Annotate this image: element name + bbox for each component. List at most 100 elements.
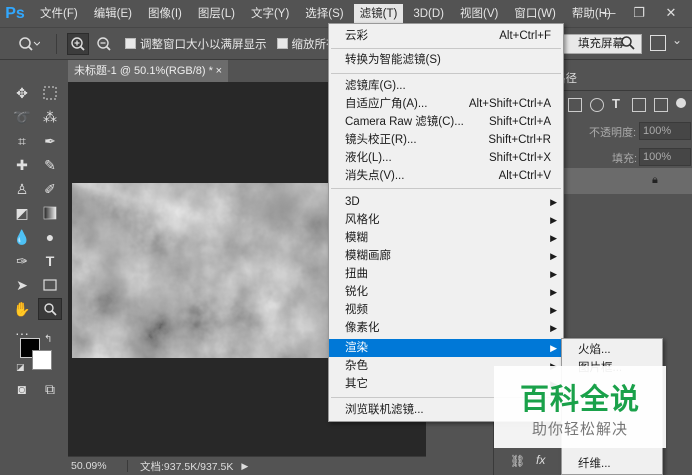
menu-item-label: 液化(L)... [345, 152, 392, 164]
menu-item-label: 镜头校正(R)... [345, 134, 417, 146]
menu-layer[interactable]: 图层(L) [192, 4, 241, 24]
dodge-tool-icon[interactable]: ● [38, 226, 62, 248]
menu-item-label: 像素化 [345, 322, 380, 334]
zoom-level[interactable]: 50.09% [68, 460, 128, 472]
menu-filter[interactable]: 滤镜(T) [353, 3, 404, 24]
menu-item-label: 其它 [345, 378, 368, 390]
menu-item-label: 锐化 [345, 286, 368, 298]
swap-colors-icon[interactable]: ↰ [44, 334, 52, 345]
hand-tool-icon[interactable]: ✋ [10, 298, 34, 320]
menu-item-camera-raw[interactable]: Camera Raw 滤镜(C)... Shift+Ctrl+A [329, 113, 565, 131]
submenu-item-flame[interactable]: 火焰... [562, 341, 662, 359]
blur-tool-icon[interactable]: 💧 [10, 226, 34, 248]
menu-item-blur[interactable]: 模糊 ▶ [329, 229, 565, 247]
submenu-item-fibers[interactable]: 纤维... [562, 455, 662, 473]
menu-file[interactable]: 文件(F) [34, 4, 84, 24]
photoshop-logo: Ps [5, 4, 25, 22]
magic-wand-tool-icon[interactable]: ⁂ [38, 106, 62, 128]
filter-smart-object-icon[interactable] [654, 98, 668, 112]
submenu-arrow-icon: ▶ [550, 215, 557, 225]
type-tool-icon[interactable]: T [38, 250, 62, 272]
menu-type[interactable]: 文字(Y) [245, 4, 295, 24]
menu-item-convert-smart-filter[interactable]: 转换为智能滤镜(S) [329, 51, 565, 69]
fill-input[interactable]: 100% [639, 148, 691, 166]
menu-item-sharpen[interactable]: 锐化 ▶ [329, 283, 565, 301]
close-button[interactable]: ✕ [660, 4, 682, 22]
menu-window[interactable]: 窗口(W) [508, 4, 562, 24]
menu-view[interactable]: 视图(V) [454, 4, 504, 24]
menu-3d[interactable]: 3D(D) [407, 4, 450, 24]
pen-tool-icon[interactable]: ✑ [10, 250, 34, 272]
zoom-in-icon[interactable] [67, 32, 89, 55]
opacity-input[interactable]: 100% [639, 122, 691, 140]
menu-item-filter-gallery[interactable]: 滤镜库(G)... [329, 77, 565, 95]
screen-mode-icon[interactable]: ⧉ [38, 378, 62, 400]
filter-pixel-icon[interactable] [568, 98, 582, 112]
menu-item-label: 模糊 [345, 232, 368, 244]
menu-item-lens-correction[interactable]: 镜头校正(R)... Shift+Ctrl+R [329, 131, 565, 149]
zoom-tool-preset-icon[interactable] [14, 33, 44, 55]
filter-adjustment-icon[interactable] [590, 98, 604, 112]
eyedropper-tool-icon[interactable]: ✒ [38, 130, 62, 152]
eraser-tool-icon[interactable]: ◩ [10, 202, 34, 224]
zoom-out-icon[interactable] [93, 33, 115, 55]
status-arrow-icon[interactable]: ▶ [241, 461, 248, 472]
menu-item-3d[interactable]: 3D ▶ [329, 193, 565, 211]
menu-item-vanishing-point[interactable]: 消失点(V)... Alt+Ctrl+V [329, 167, 565, 185]
menu-item-render[interactable]: 渲染 ▶ [329, 339, 565, 357]
menu-item-liquify[interactable]: 液化(L)... Shift+Ctrl+X [329, 149, 565, 167]
filter-type-icon[interactable]: T [612, 96, 620, 111]
tab-close-icon[interactable]: × [216, 60, 222, 82]
document-tab[interactable]: 未标题-1 @ 50.1%(RGB/8) * × [68, 60, 228, 82]
history-brush-tool-icon[interactable]: ✐ [38, 178, 62, 200]
restore-button[interactable]: ❐ [628, 4, 650, 22]
menu-item-label: 渲染 [345, 342, 368, 354]
menu-item-label: 浏览联机滤镜... [345, 404, 424, 416]
divider [56, 33, 57, 54]
path-selection-tool-icon[interactable]: ➤ [10, 274, 34, 296]
menu-item-label: 杂色 [345, 360, 368, 372]
rectangle-tool-icon[interactable] [38, 274, 62, 296]
menu-image[interactable]: 图像(I) [142, 4, 188, 24]
menu-item-stylize[interactable]: 风格化 ▶ [329, 211, 565, 229]
submenu-arrow-icon: ▶ [550, 269, 557, 279]
menu-item-blur-gallery[interactable]: 模糊画廊 ▶ [329, 247, 565, 265]
menu-item-clouds[interactable]: 云彩 Alt+Ctrl+F [329, 27, 565, 45]
menu-select[interactable]: 选择(S) [299, 4, 349, 24]
document-canvas[interactable] [72, 183, 332, 358]
marquee-tool-icon[interactable] [38, 82, 62, 104]
background-color-swatch[interactable] [32, 350, 52, 370]
default-colors-icon[interactable]: ◪ [16, 362, 25, 373]
healing-brush-tool-icon[interactable]: ✚ [10, 154, 34, 176]
filter-toggle-icon[interactable] [676, 98, 686, 108]
chevron-down-icon[interactable]: ⌄ [672, 33, 682, 47]
crop-tool-icon[interactable]: ⌗ [10, 130, 34, 152]
zoom-all-checkbox[interactable] [276, 38, 288, 49]
menu-separator [331, 73, 561, 74]
menu-edit[interactable]: 编辑(E) [88, 4, 138, 24]
menu-item-adaptive-wide-angle[interactable]: 自适应广角(A)... Alt+Shift+Ctrl+A [329, 95, 565, 113]
filter-shape-icon[interactable] [632, 98, 646, 112]
menu-separator [331, 48, 561, 49]
menu-item-pixelate[interactable]: 像素化 ▶ [329, 319, 565, 337]
menu-item-label: 扭曲 [345, 268, 368, 280]
submenu-arrow-icon: ▶ [550, 233, 557, 243]
layer-style-icon[interactable]: fx [536, 453, 545, 467]
resize-windows-checkbox[interactable] [125, 38, 136, 49]
clone-stamp-tool-icon[interactable]: ♙ [10, 178, 34, 200]
menu-item-distort[interactable]: 扭曲 ▶ [329, 265, 565, 283]
minimize-button[interactable]: — [598, 4, 620, 22]
link-layers-icon[interactable]: ⛓ [510, 454, 525, 468]
menu-item-video[interactable]: 视频 ▶ [329, 301, 565, 319]
watermark-title: 百科全说 [519, 384, 640, 416]
quick-mask-icon[interactable]: ◙ [10, 378, 34, 400]
gradient-tool-icon[interactable] [38, 202, 62, 224]
zoom-tool-icon[interactable] [38, 298, 62, 320]
workspace-icon[interactable] [650, 35, 666, 51]
search-icon[interactable] [620, 35, 638, 53]
menu-item-label: 云彩 [345, 30, 368, 42]
brush-tool-icon[interactable]: ✎ [38, 154, 62, 176]
move-tool-icon[interactable]: ✥ [10, 82, 34, 104]
menu-separator [331, 188, 561, 189]
lasso-tool-icon[interactable]: ➰ [10, 106, 34, 128]
